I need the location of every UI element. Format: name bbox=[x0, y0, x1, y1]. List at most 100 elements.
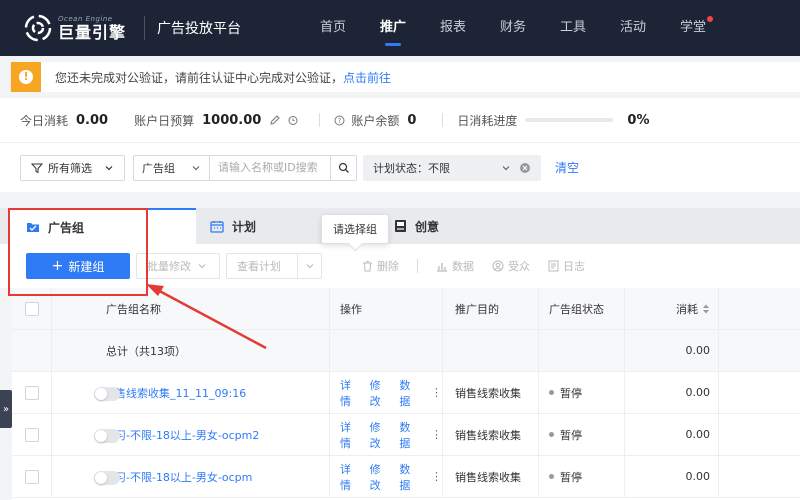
status-dot-icon bbox=[549, 474, 554, 479]
tab-plan-label: 计划 bbox=[232, 219, 257, 234]
delete-action[interactable]: 删除 bbox=[362, 258, 399, 274]
header-cost-label: 消耗 bbox=[676, 302, 698, 316]
sort-icon[interactable] bbox=[702, 303, 710, 315]
row-toggle[interactable] bbox=[94, 471, 120, 485]
all-filters-button[interactable]: 所有筛选 bbox=[20, 154, 125, 181]
help-question-icon[interactable]: ? bbox=[334, 115, 345, 126]
row-name-link[interactable]: 练习-不限-18以上-男女-ocpm2 bbox=[104, 427, 259, 443]
logo-cn: 巨量引擎 bbox=[58, 22, 127, 42]
nav-item-reports[interactable]: 报表 bbox=[423, 0, 483, 56]
search-type-select[interactable]: 广告组 bbox=[134, 155, 210, 180]
more-options-icon[interactable]: ⋮ bbox=[431, 470, 442, 483]
view-plan-dropdown[interactable] bbox=[297, 254, 321, 278]
more-options-icon[interactable]: ⋮ bbox=[431, 386, 442, 399]
warning-icon: ! bbox=[11, 62, 41, 92]
header-cost[interactable]: 消耗 bbox=[625, 288, 719, 329]
alarm-clock-icon[interactable] bbox=[287, 114, 299, 126]
daily-budget-value: 1000.00 bbox=[202, 112, 262, 128]
top-nav: Ocean Engine 巨量引擎 广告投放平台 首页 推广 报表 财务 工具 … bbox=[0, 0, 800, 56]
view-plan-label: 查看计划 bbox=[237, 260, 281, 273]
nav-item-tools[interactable]: 工具 bbox=[543, 0, 603, 56]
nav-item-promotion[interactable]: 推广 bbox=[363, 0, 423, 56]
daily-budget-label: 账户日预算 bbox=[134, 113, 195, 128]
cost-progress-bar bbox=[525, 118, 614, 122]
bar-chart-icon bbox=[437, 263, 447, 272]
status-dot-icon bbox=[549, 432, 554, 437]
row-toggle[interactable] bbox=[94, 429, 120, 443]
filter-bar: 所有筛选 广告组 计划状态：不限 清空 bbox=[0, 142, 800, 192]
plan-status-select[interactable]: 计划状态：不限 bbox=[363, 154, 541, 181]
nav-item-academy[interactable]: 学堂 bbox=[663, 0, 723, 56]
progress-label: 日消耗进度 bbox=[457, 113, 518, 128]
document-log-icon bbox=[548, 260, 559, 272]
chevron-down-icon bbox=[306, 264, 313, 269]
nav-item-finance[interactable]: 财务 bbox=[483, 0, 543, 56]
clear-circle-icon[interactable] bbox=[519, 162, 531, 174]
view-plan-button[interactable]: 查看计划 bbox=[226, 253, 322, 279]
expand-sidebar-icon[interactable]: » bbox=[0, 390, 12, 428]
row-status: 暂停 bbox=[560, 428, 582, 442]
log-action[interactable]: 日志 bbox=[548, 258, 585, 274]
row-checkbox[interactable] bbox=[24, 427, 39, 442]
all-filters-label: 所有筛选 bbox=[48, 161, 92, 175]
table-row: 练习-不限-18以上-男女-ocpm2 详情 修改 数据 ⋮ 销售线索收集 暂停… bbox=[12, 414, 800, 456]
table-row: 销售线索收集_11_11_09:16 详情 修改 数据 ⋮ 销售线索收集 暂停 … bbox=[12, 372, 800, 414]
stats-divider bbox=[319, 113, 321, 127]
audience-action[interactable]: 受众 bbox=[492, 258, 530, 274]
edit-pencil-icon[interactable] bbox=[269, 114, 281, 126]
more-options-icon[interactable]: ⋮ bbox=[431, 428, 442, 441]
alert-go-link[interactable]: 点击前往 bbox=[343, 71, 391, 85]
batch-edit-label: 批量修改 bbox=[147, 260, 191, 273]
nav-item-home[interactable]: 首页 bbox=[303, 0, 363, 56]
row-checkbox[interactable] bbox=[24, 385, 39, 400]
clear-filters-link[interactable]: 清空 bbox=[555, 159, 579, 176]
row-cost: 0.00 bbox=[625, 372, 719, 413]
select-all-checkbox[interactable] bbox=[24, 301, 39, 316]
today-cost-label: 今日消耗 bbox=[20, 113, 69, 128]
detail-link[interactable]: 详情 bbox=[340, 419, 360, 451]
balance-label: 账户余额 bbox=[351, 113, 400, 128]
status-dot-icon bbox=[549, 390, 554, 395]
detail-link[interactable]: 详情 bbox=[340, 461, 360, 493]
nav-item-activities[interactable]: 活动 bbox=[603, 0, 663, 56]
creative-card-icon bbox=[395, 220, 406, 232]
alert-message: 您还未完成对公验证，请前往认证中心完成对公验证， bbox=[55, 70, 344, 85]
chevron-down-icon bbox=[105, 165, 113, 170]
batch-edit-button[interactable]: 批量修改 bbox=[136, 253, 220, 279]
nav-divider bbox=[144, 16, 145, 40]
data-label: 数据 bbox=[452, 260, 474, 273]
progress-value: 0% bbox=[627, 112, 650, 128]
edit-link[interactable]: 修改 bbox=[370, 377, 390, 409]
row-status: 暂停 bbox=[560, 470, 582, 484]
logo-en: Ocean Engine bbox=[58, 14, 113, 23]
row-name-link[interactable]: 销售线索收集_11_11_09:16 bbox=[104, 385, 246, 401]
tab-creative-label: 创意 bbox=[415, 219, 440, 234]
search-button[interactable] bbox=[330, 155, 356, 180]
row-checkbox[interactable] bbox=[24, 469, 39, 484]
detail-link[interactable]: 详情 bbox=[340, 377, 360, 409]
select-group-tooltip: 请选择组 bbox=[321, 214, 389, 244]
summary-row: 总计（共13项） 0.00 bbox=[12, 330, 800, 372]
search-input[interactable] bbox=[210, 155, 330, 180]
data-link[interactable]: 数据 bbox=[399, 419, 419, 451]
data-link[interactable]: 数据 bbox=[399, 377, 419, 409]
edit-link[interactable]: 修改 bbox=[370, 461, 390, 493]
tab-creative[interactable]: 创意 bbox=[394, 208, 514, 244]
toolbar-divider bbox=[417, 259, 418, 273]
today-cost-value: 0.00 bbox=[76, 112, 109, 128]
filter-funnel-icon bbox=[31, 163, 43, 173]
row-toggle[interactable] bbox=[94, 387, 120, 401]
search-group: 广告组 bbox=[133, 154, 357, 181]
row-name-link[interactable]: 练习-不限-18以上-男女-ocpm bbox=[104, 469, 252, 485]
plan-status-label: 计划状态：不限 bbox=[373, 161, 450, 175]
trash-icon bbox=[363, 261, 372, 272]
search-type-label: 广告组 bbox=[142, 161, 175, 175]
verification-alert: ! 您还未完成对公验证，请前往认证中心完成对公验证，点击前往 bbox=[10, 62, 800, 92]
tab-plan[interactable]: 计划 bbox=[210, 208, 330, 244]
logo[interactable]: Ocean Engine 巨量引擎 bbox=[24, 14, 136, 42]
edit-link[interactable]: 修改 bbox=[370, 419, 390, 451]
data-action[interactable]: 数据 bbox=[436, 258, 474, 274]
notification-dot bbox=[707, 16, 713, 22]
header-goal: 推广目的 bbox=[443, 288, 539, 329]
data-link[interactable]: 数据 bbox=[399, 461, 419, 493]
